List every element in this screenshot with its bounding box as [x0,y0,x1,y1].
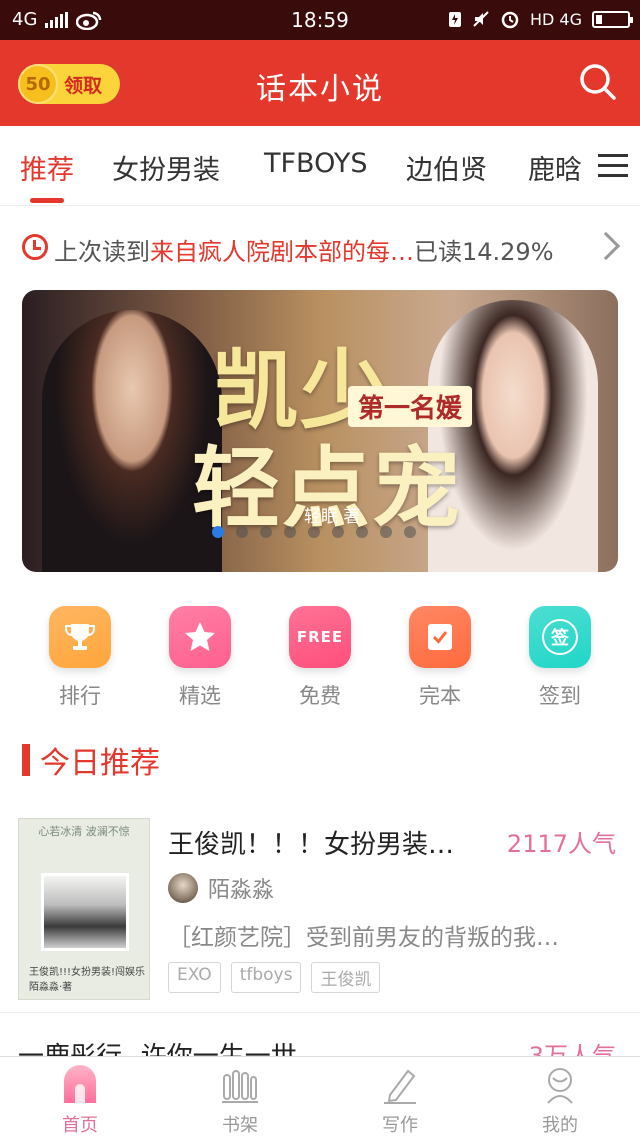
tabbar-label: 首页 [62,1115,98,1136]
book-tags: EXO tfboys 王俊凯 [168,962,381,993]
continue-reading-text: 上次读到来自疯人院剧本部的每…已读14.29% [54,232,574,267]
quick-link-label: 精选 [179,684,221,708]
section-accent-bar [22,744,30,776]
carousel-dot[interactable] [380,526,392,538]
checkin-icon: 签 [529,606,591,668]
category-tabs: 推荐 女扮男装 TFBOYS 边伯贤 鹿晗 [0,126,640,206]
carousel-dot[interactable] [212,526,224,538]
recent-book-title: 来自疯人院剧本部的每… [150,238,414,266]
app-title: 话本小说 [256,72,384,107]
tab-lu-han[interactable]: 鹿晗 [528,148,582,187]
carousel-dot[interactable] [236,526,248,538]
promo-banner[interactable]: 凯少 第一名媛 轻点宠 轻眠 著 [22,290,618,572]
book-description: ［红颜艺院］受到前男友的背叛的我… [168,925,559,951]
check-book-icon [409,606,471,668]
quick-link-completed[interactable]: 完本 [380,606,500,710]
free-icon-text: FREE [296,628,344,646]
free-bag-icon: FREE [289,606,351,668]
tabbar-profile[interactable]: 我的 [500,1065,620,1137]
carousel-dot[interactable] [260,526,272,538]
mute-icon [473,11,489,27]
status-right: HD 4G [448,9,633,29]
author-name: 陌淼淼 [208,878,275,903]
next-book-title[interactable]: 一鹿彤行--许你一生一世 [18,1036,297,1058]
section-title: 今日推荐 [40,746,160,781]
home-icon [60,1065,100,1105]
cover-foot-text: 王俊凯!!!女扮男装!闯娱乐 陌淼淼·著 [29,967,146,993]
star-icon [169,606,231,668]
continue-reading-bar[interactable]: 上次读到来自疯人院剧本部的每…已读14.29% [0,206,640,288]
book-card[interactable]: 心若冰清 波澜不惊 王俊凯!!!女扮男装!闯娱乐 陌淼淼·著 王俊凯！！！女扮男… [0,808,640,1008]
tabbar-label: 写作 [382,1115,418,1136]
app-header: 50 领取 话本小说 [0,40,640,126]
recent-progress: 已读14.29% [414,238,554,266]
profile-icon [540,1065,580,1105]
pen-icon [380,1065,420,1105]
cover-top-text: 心若冰清 波澜不惊 [38,825,130,838]
clock-icon [22,234,48,260]
banner-author: 轻眠 著 [304,507,361,527]
carousel-dot[interactable] [356,526,368,538]
recent-prefix: 上次读到 [54,238,150,266]
quick-link-ranking[interactable]: 排行 [20,606,140,710]
quick-link-free[interactable]: FREE 免费 [260,606,380,710]
cover-photo [41,873,129,951]
tab-bian-bo-xian[interactable]: 边伯贤 [406,148,487,187]
chevron-right-icon [591,231,621,261]
carousel-dot[interactable] [308,526,320,538]
divider [0,1012,640,1013]
quick-link-label: 完本 [419,684,461,708]
quick-links: 排行 精选 FREE 免费 完本 签 签到 [0,600,640,720]
next-book-popularity: 3万人气 [528,1042,616,1058]
carousel-dot[interactable] [332,526,344,538]
tag[interactable]: tfboys [230,962,302,993]
tabbar-home[interactable]: 首页 [20,1065,140,1137]
book-popularity: 2117人气 [506,830,616,858]
quick-link-checkin[interactable]: 签 签到 [500,606,620,710]
tabbar-label: 我的 [542,1115,578,1136]
section-header: 今日推荐 [22,740,160,781]
network-type-label: HD 4G [529,9,582,29]
bookshelf-icon [220,1065,260,1105]
tab-tfboys[interactable]: TFBOYS [264,148,367,179]
carousel-dots [212,526,416,538]
tab-menu-button[interactable] [598,154,628,178]
quick-link-featured[interactable]: 精选 [140,606,260,710]
book-title: 王俊凯！！！女扮男装… [168,830,455,860]
trophy-icon [49,606,111,668]
alarm-icon [501,11,519,29]
avatar [168,873,198,903]
data-saver-icon [448,12,461,27]
battery-icon [592,10,633,28]
quick-link-label: 签到 [539,684,581,708]
author-row: 陌淼淼 [168,872,274,904]
search-button[interactable] [578,62,618,102]
active-tab-indicator [30,198,64,203]
search-icon [580,64,616,100]
tabbar-write[interactable]: 写作 [340,1065,460,1137]
carousel-dot[interactable] [404,526,416,538]
book-cover: 心若冰清 波澜不惊 王俊凯!!!女扮男装!闯娱乐 陌淼淼·著 [18,818,150,1000]
tabbar-bookshelf[interactable]: 书架 [180,1065,300,1137]
tab-cross-dressing[interactable]: 女扮男装 [112,148,220,187]
tag[interactable]: EXO [168,962,221,993]
checkin-icon-text: 签 [542,619,578,655]
quick-link-label: 排行 [59,684,101,708]
carousel-dot[interactable] [284,526,296,538]
tag[interactable]: 王俊凯 [311,962,381,993]
tabbar-label: 书架 [222,1115,258,1136]
battery-level [596,14,602,24]
tab-recommend[interactable]: 推荐 [20,148,74,187]
quick-link-label: 免费 [299,684,341,708]
bottom-tab-bar: 首页 书架 写作 我的 [0,1056,640,1138]
status-bar: 4G 18:59 HD 4G [0,0,640,40]
